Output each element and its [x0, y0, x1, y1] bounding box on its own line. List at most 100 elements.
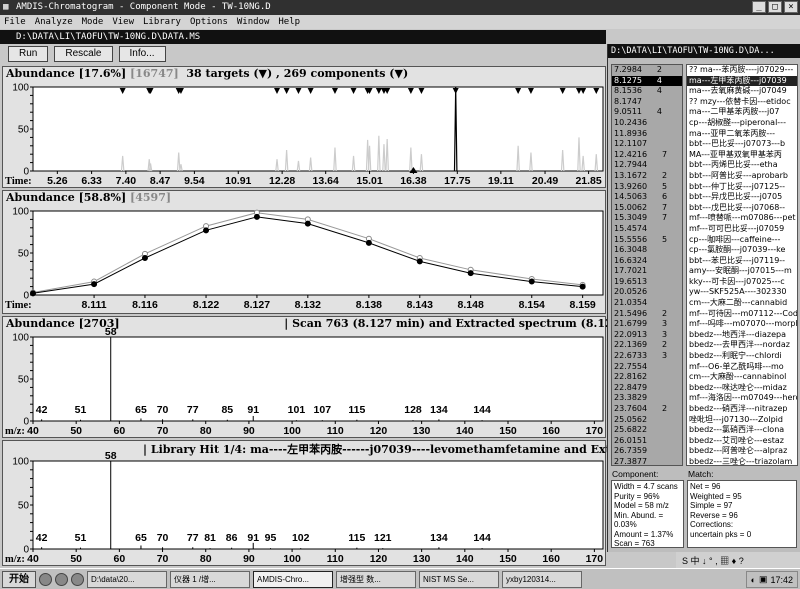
hit-list-item[interactable]: ma---二甲基苯丙胺---j07	[687, 107, 797, 118]
minimize-button[interactable]: _	[752, 1, 766, 13]
close-button[interactable]: ×	[784, 1, 798, 13]
rt-list-item[interactable]: 10.2436	[612, 118, 682, 129]
hit-list-item[interactable]: ma---去氧麻黄碱---j07049	[687, 86, 797, 97]
rt-list-item[interactable]: 26.7359	[612, 446, 682, 457]
rt-list-item[interactable]: 20.0526	[612, 287, 682, 298]
menu-mode[interactable]: Mode	[82, 15, 104, 29]
hit-list-item[interactable]: mf---可可巴比妥---j07059	[687, 224, 797, 235]
menu-options[interactable]: Options	[190, 15, 228, 29]
hit-list-item[interactable]: bbt---丙烯巴比妥---etha	[687, 160, 797, 171]
hit-list-item[interactable]: bbedz---去甲西泮---nordaz	[687, 340, 797, 351]
quicklaunch-icon[interactable]	[55, 572, 68, 586]
menu-analyze[interactable]: Analyze	[35, 15, 73, 29]
taskbar-item[interactable]: NIST MS Se...	[419, 570, 499, 588]
hit-list-item[interactable]: mf---O6-单乙酰吗啡---mo	[687, 362, 797, 373]
hit-list-item[interactable]: cp---胡椒醛---piperonal---	[687, 118, 797, 129]
menu-library[interactable]: Library	[143, 15, 181, 29]
rt-list-item[interactable]: 25.6822	[612, 425, 682, 436]
hit-list-item[interactable]: mf---可待因---m07112---Cod	[687, 309, 797, 320]
taskbar-item[interactable]: 仪器 1 /增...	[170, 570, 250, 588]
hit-list-item[interactable]: bbt---苯巴比妥---j07119--	[687, 256, 797, 267]
hit-list-item[interactable]: ?? ma---苯丙胺----j07029---	[687, 65, 797, 76]
rt-list-item[interactable]: 21.0354	[612, 298, 682, 309]
hit-list-item[interactable]: cp---氯胺酮---j07039---ke	[687, 245, 797, 256]
hit-list-item[interactable]: MA---亚甲基双氧甲基苯丙	[687, 150, 797, 161]
rt-list-item[interactable]: 14.5063 6	[612, 192, 682, 203]
hit-list-item[interactable]: bbedz---利眠宁---chlordi	[687, 351, 797, 362]
hit-list-item[interactable]: bbt---仲丁比妥---j07125--	[687, 182, 797, 193]
rt-list-item[interactable]: 11.8936	[612, 129, 682, 140]
rt-list-item[interactable]: 15.4574	[612, 224, 682, 235]
run-button[interactable]: Run	[8, 46, 49, 62]
rt-list-item[interactable]: 12.4216 7	[612, 150, 682, 161]
rt-list-item[interactable]: 26.0151	[612, 436, 682, 447]
tic-panel[interactable]: Abundance [17.6%] [16747] 38 targets (▼)…	[2, 66, 606, 188]
rt-list-item[interactable]: 19.6513	[612, 277, 682, 288]
taskbar-item[interactable]: 增强型 数...	[336, 570, 416, 588]
hit-list-item[interactable]: bbedz---地西泮---diazepa	[687, 330, 797, 341]
rt-list-item[interactable]: 17.7021	[612, 266, 682, 277]
menu-view[interactable]: View	[112, 15, 134, 29]
hit-list-item[interactable]: cm---大麻酚---cannabinol	[687, 372, 797, 383]
hit-list-item[interactable]: ma---亚甲二氧苯丙胺---	[687, 129, 797, 140]
hit-list-item[interactable]: ?? mzy---依替卡因---etidoc	[687, 97, 797, 108]
hit-list-item[interactable]: bbt---异戊巴比妥---j0705	[687, 192, 797, 203]
hit-list-item[interactable]: ma---左甲苯丙胺---j07039	[687, 75, 797, 87]
hit-list-item[interactable]: bbedz---氯硝西泮---clona	[687, 425, 797, 436]
rt-list-item[interactable]: 21.5496 2	[612, 309, 682, 320]
hit-list-item[interactable]: cp---咖啡因---caffeine---	[687, 235, 797, 246]
rt-list-item[interactable]: 25.0562	[612, 415, 682, 426]
rt-list-item[interactable]: 8.1536 4	[612, 86, 682, 97]
hit-list-item[interactable]: bbedz---硝西泮---nitrazep	[687, 404, 797, 415]
profile-panel[interactable]: Abundance [58.8%] [4597] 0 50 100 8.111 8.11…	[2, 190, 606, 314]
rt-list-item[interactable]: 15.3049 7	[612, 213, 682, 224]
rt-list-item[interactable]: 13.1672 2	[612, 171, 682, 182]
rt-list-item[interactable]: 8.1747	[612, 97, 682, 108]
rt-list-item[interactable]: 16.6324	[612, 256, 682, 267]
rt-list-item[interactable]: 15.0062 7	[612, 203, 682, 214]
rt-list-item[interactable]: 22.6733 3	[612, 351, 682, 362]
rt-list-item[interactable]: 16.3048	[612, 245, 682, 256]
rt-list-item[interactable]: 12.1107	[612, 139, 682, 150]
hit-list-item[interactable]: bbedz---阿普唑仑---alpraz	[687, 446, 797, 457]
tic-chart[interactable]: 0501005.26 6.33 7.40 8.47 9.54 10.91 12.28 13.6…	[3, 67, 607, 189]
rt-list-item[interactable]: 27.3877	[612, 457, 682, 465]
volume-icon[interactable]: ◐	[751, 575, 756, 585]
hit-list-item[interactable]: mf---海洛因---m07049---heroi	[687, 393, 797, 404]
rt-list-item[interactable]: 8.1275 4	[612, 75, 682, 87]
menu-help[interactable]: Help	[278, 15, 300, 29]
hit-list-item[interactable]: bbt---阿普比妥---aprobarb	[687, 171, 797, 182]
spectrum-chart[interactable]: 05010040 50 60 70 80 90 100 110 120 130 140 150 160 1…	[3, 317, 607, 439]
ime-status[interactable]: S 中 ↓ ° , ▦ ♦ ?	[682, 554, 744, 567]
hit-list-item[interactable]: amy---安眠酮---j07015---m	[687, 266, 797, 277]
ime-toolbar[interactable]: S 中 ↓ ° , ▦ ♦ ?	[676, 552, 800, 568]
quicklaunch-icon[interactable]	[39, 572, 52, 586]
hit-list-item[interactable]: cm---大麻二酚---cannabid	[687, 298, 797, 309]
rt-list-item[interactable]: 22.1369 2	[612, 340, 682, 351]
hit-list-item[interactable]: 唑吡坦---j07130---Zolpid	[687, 415, 797, 426]
profile-chart[interactable]: 0501008.111 8.116 8.122 8.127 8.132 8.138 8.14…	[3, 191, 607, 315]
hit-list-item[interactable]: kky---可卡因---j07025---c	[687, 277, 797, 288]
rt-list-item[interactable]: 22.7554	[612, 362, 682, 373]
rt-list-item[interactable]: 23.3829	[612, 393, 682, 404]
taskbar-item[interactable]: D:\data\20...	[87, 570, 167, 588]
hit-list-item[interactable]: mf---喷替哌---m07086---pet	[687, 213, 797, 224]
rt-list-item[interactable]: 22.0913 3	[612, 330, 682, 341]
rt-list-item[interactable]: 23.7604 2	[612, 404, 682, 415]
spectrum-panel[interactable]: Abundance [2703] | Scan 763 (8.127 min) …	[2, 316, 653, 439]
hit-list-item[interactable]: bbedz---三唑仑---triazolam	[687, 457, 797, 465]
rt-list-item[interactable]: 7.2984 2	[612, 65, 682, 76]
rescale-button[interactable]: Rescale	[54, 46, 113, 62]
rt-list-item[interactable]: 12.7944	[612, 160, 682, 171]
start-button[interactable]: 开始	[2, 570, 36, 588]
taskbar-item-active[interactable]: AMDIS-Chro...	[253, 570, 333, 588]
hit-list-item[interactable]: bbt---戊巴比妥---j07068--	[687, 203, 797, 214]
retention-time-list[interactable]: 7.2984 2 8.1275 4 8.1536 4 8.1747 9.0511 4 10.243…	[611, 64, 683, 466]
hit-list-item[interactable]: bbedz---咪达唑仑---midaz	[687, 383, 797, 394]
rt-list-item[interactable]: 9.0511 4	[612, 107, 682, 118]
library-hit-chart[interactable]: 05010040 50 60 70 80 90 100 110 120 130 140 150 160 1…	[3, 441, 607, 567]
hit-list-item[interactable]: mf---吗啡---m07070---morph	[687, 319, 797, 330]
info-button[interactable]: Info...	[118, 46, 166, 62]
quicklaunch-icon[interactable]	[71, 572, 84, 586]
rt-list-item[interactable]: 15.5556 5	[612, 235, 682, 246]
